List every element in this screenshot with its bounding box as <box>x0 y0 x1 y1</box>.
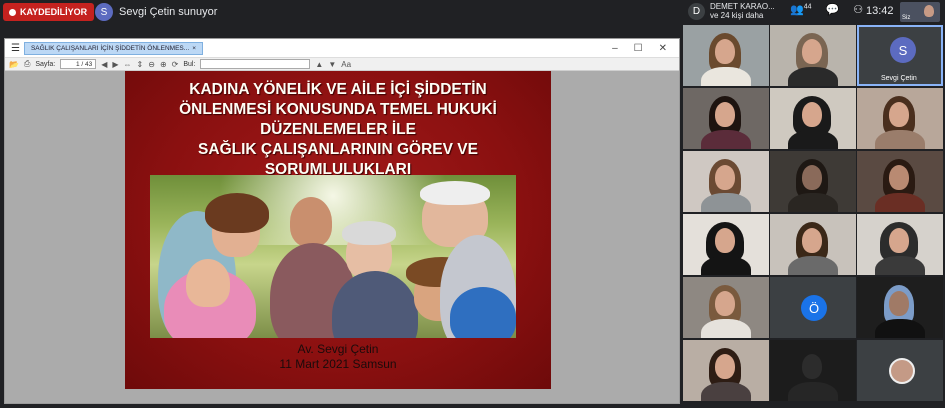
participant-tile[interactable] <box>770 214 856 275</box>
viewer-toolbar: 📂 ⎙ Sayfa: 1 / 43 ◀ ▶ ⇔ ⇕ ⊖ ⊕ ⟳ Bul: ▲ ▼… <box>5 57 679 71</box>
document-tab[interactable]: SAĞLIK ÇALIŞANLARI İÇİN ŞİDDETİN ÖNLENME… <box>23 41 203 55</box>
shapes-icon: ⚇ <box>853 4 864 16</box>
people-icon: 👥 <box>790 4 804 16</box>
participant-tile[interactable] <box>770 151 856 212</box>
shared-screen-stage: ☰ SAĞLIK ÇALIŞANLARI İÇİN ŞİDDETİN ÖNLEN… <box>0 24 682 408</box>
slide-title-line: ÖNLENMESİ KONUSUNDA TEMEL HUKUKİ <box>179 101 497 118</box>
recording-badge: KAYDEDİLİYOR <box>3 3 95 21</box>
participant-tile[interactable] <box>857 277 943 338</box>
minimize-icon[interactable]: – <box>612 43 618 54</box>
presenter-tile-avatar: S <box>890 37 916 63</box>
menu-icon[interactable]: ☰ <box>11 43 20 54</box>
maximize-icon[interactable]: ☐ <box>634 43 643 54</box>
open-file-icon[interactable]: 📂 <box>9 60 19 69</box>
meeting-top-bar: KAYDEDİLİYOR S Sevgi Çetin sunuyor D DEM… <box>0 0 945 24</box>
page-number-input[interactable]: 1 / 43 <box>60 59 97 69</box>
participant-tile[interactable] <box>683 214 769 275</box>
slide-title-line: DÜZENLEMELER İLE <box>260 121 416 138</box>
prev-page-icon[interactable]: ◀ <box>101 60 107 69</box>
slide-page: KADINA YÖNELİK VE AİLE İÇİ ŞİDDETİN ÖNLE… <box>125 71 551 389</box>
find-prev-icon[interactable]: ▲ <box>315 60 323 69</box>
slide-title-line: SAĞLIK ÇALIŞANLARININ GÖREV VE <box>198 141 478 158</box>
speaker-info[interactable]: D DEMET KARAO... ve 24 kişi daha <box>688 2 775 20</box>
participant-tile[interactable] <box>683 25 769 86</box>
top-actions: 👥44 💬 ⚇ <box>790 3 863 16</box>
tab-close-icon[interactable]: × <box>192 45 196 52</box>
chat-button[interactable]: 💬 <box>826 3 840 16</box>
participant-tile-no-video[interactable]: Ö <box>770 277 856 338</box>
window-controls: – ☐ ✕ <box>612 43 679 54</box>
participant-tile[interactable] <box>857 88 943 149</box>
find-next-icon[interactable]: ▼ <box>328 60 336 69</box>
participants-count: 44 <box>803 3 812 11</box>
slide-title: KADINA YÖNELİK VE AİLE İÇİ ŞİDDETİN ÖNLE… <box>145 80 531 180</box>
presenter-text: Sevgi Çetin sunuyor <box>119 6 218 18</box>
speaker-avatar: D <box>688 2 705 20</box>
participant-tile[interactable] <box>770 340 856 401</box>
rotate-icon[interactable]: ⟳ <box>172 60 179 69</box>
activities-button[interactable]: ⚇ <box>853 3 863 16</box>
chat-icon: 💬 <box>825 4 840 16</box>
document-viewport[interactable]: KADINA YÖNELİK VE AİLE İÇİ ŞİDDETİN ÖNLE… <box>5 71 679 403</box>
viewer-titlebar: ☰ SAĞLIK ÇALIŞANLARI İÇİN ŞİDDETİN ÖNLEN… <box>5 39 679 57</box>
speaker-name: DEMET KARAO... <box>710 2 775 11</box>
pdf-viewer-window: ☰ SAĞLIK ÇALIŞANLARI İÇİN ŞİDDETİN ÖNLEN… <box>4 38 680 404</box>
slide-author: Av. Sevgi Çetin <box>297 342 379 356</box>
presenter-tile-name: Sevgi Çetin <box>881 75 917 82</box>
zoom-out-icon[interactable]: ⊖ <box>148 60 155 69</box>
find-input[interactable] <box>200 59 311 69</box>
participant-tile[interactable] <box>683 277 769 338</box>
close-icon[interactable]: ✕ <box>659 43 667 54</box>
print-icon[interactable]: ⎙ <box>24 59 30 69</box>
participant-tile-no-video[interactable] <box>857 340 943 401</box>
fit-width-icon[interactable]: ⇔ <box>124 60 132 69</box>
participant-photo-avatar <box>889 358 915 384</box>
participant-tile-presenter[interactable]: S Sevgi Çetin <box>857 25 943 86</box>
recording-dot-icon <box>9 8 16 16</box>
slide-date: 11 Mart 2021 Samsun <box>279 357 397 371</box>
fit-page-icon[interactable]: ⇕ <box>137 60 144 69</box>
presenter-avatar: S <box>95 3 113 21</box>
match-case-icon[interactable]: Aa <box>341 60 351 69</box>
find-label: Bul: <box>183 60 196 68</box>
participant-avatar-o: Ö <box>801 295 827 321</box>
self-label: Siz <box>902 15 911 21</box>
participant-tile[interactable] <box>857 214 943 275</box>
clock: 13:42 <box>866 5 894 17</box>
page-label: Sayfa: <box>35 60 56 68</box>
self-face <box>924 5 934 17</box>
participant-tile[interactable] <box>683 88 769 149</box>
self-view-thumbnail[interactable]: Siz <box>900 2 940 22</box>
document-tab-title: SAĞLIK ÇALIŞANLARI İÇİN ŞİDDETİN ÖNLENME… <box>30 44 190 52</box>
participant-tile[interactable] <box>770 25 856 86</box>
participant-tile[interactable] <box>770 88 856 149</box>
speaker-more: ve 24 kişi daha <box>710 11 764 20</box>
participant-grid: S Sevgi Çetin Ö <box>682 24 945 408</box>
recording-label: KAYDEDİLİYOR <box>20 7 88 17</box>
family-photo <box>150 175 516 338</box>
slide-title-line: KADINA YÖNELİK VE AİLE İÇİ ŞİDDETİN <box>189 81 487 98</box>
next-page-icon[interactable]: ▶ <box>112 60 118 69</box>
participant-tile[interactable] <box>683 151 769 212</box>
presenter-indicator: S Sevgi Çetin sunuyor <box>95 3 217 21</box>
participant-tile[interactable] <box>857 151 943 212</box>
zoom-in-icon[interactable]: ⊕ <box>160 60 167 69</box>
participant-tile[interactable] <box>683 340 769 401</box>
participants-button[interactable]: 👥44 <box>790 3 812 16</box>
